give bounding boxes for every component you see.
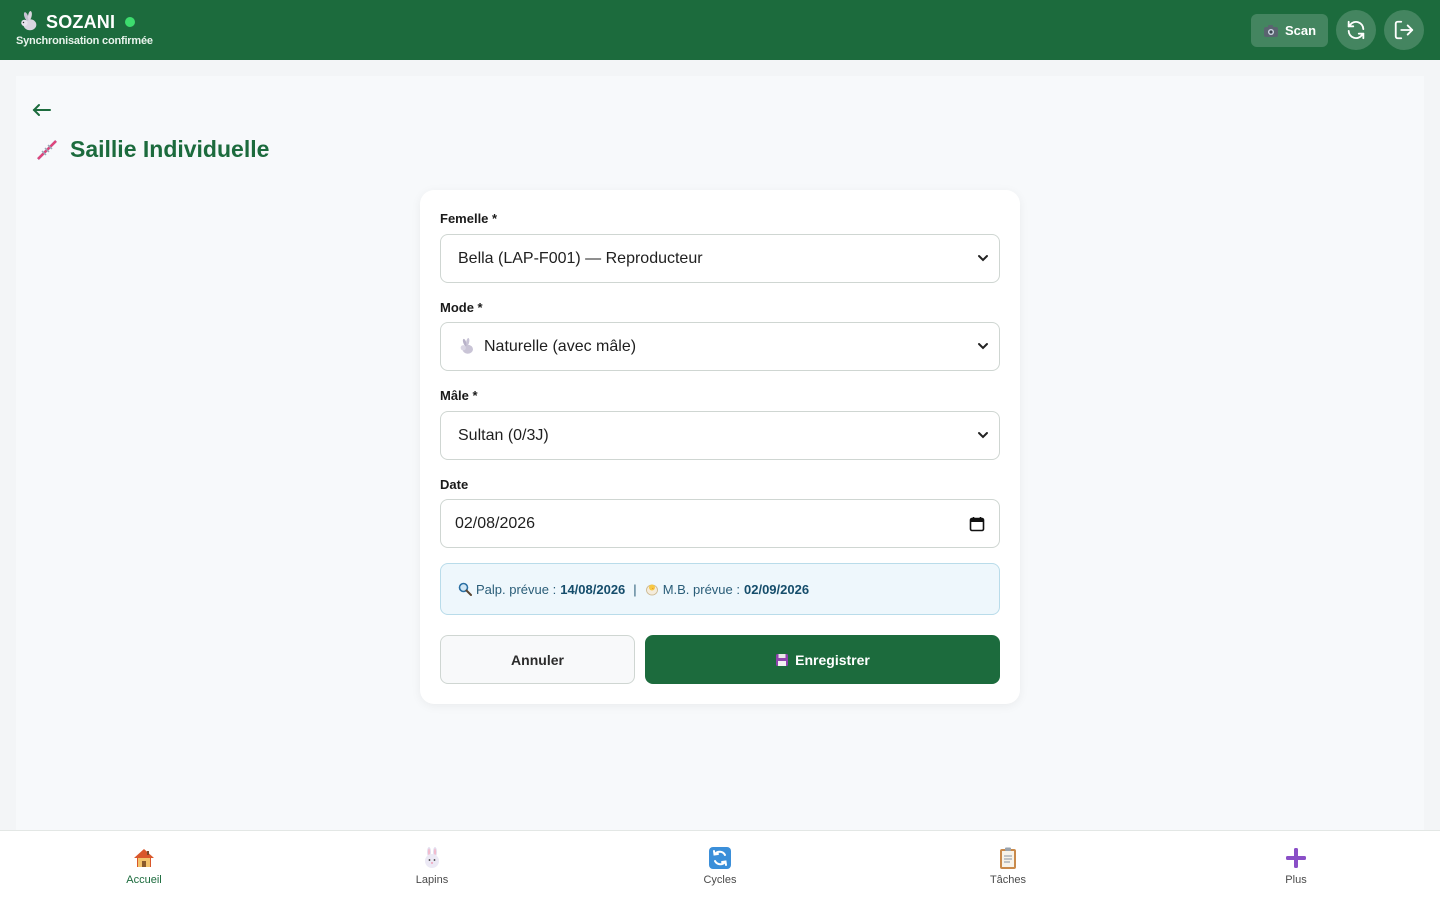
cancel-button[interactable]: Annuler xyxy=(440,635,635,684)
palp-date: 14/08/2026 xyxy=(560,581,626,597)
floppy-disk-icon xyxy=(776,653,789,666)
bottom-nav: Accueil Lapins Cycles Tâches Plus xyxy=(0,830,1440,900)
saillie-form-card: Femelle * Bella (LAP-F001) — Reproducteu… xyxy=(420,190,1020,704)
nav-label: Plus xyxy=(1285,874,1307,886)
nav-item-plus[interactable]: Plus xyxy=(1152,831,1440,900)
nav-label: Tâches xyxy=(989,874,1027,886)
male-label: Mâle * xyxy=(440,388,478,403)
scan-button[interactable]: Scan xyxy=(1251,14,1328,47)
clipboard-icon xyxy=(1000,847,1016,869)
top-bar: SOZANI Synchronisation confirmée Scan xyxy=(0,0,1440,60)
page-title: Saillie Individuelle xyxy=(70,136,270,162)
palp-label: Palp. prévue : xyxy=(476,581,557,597)
mode-value: Naturelle (avec mâle) xyxy=(484,337,637,355)
logout-icon xyxy=(1394,20,1414,40)
logout-button[interactable] xyxy=(1384,10,1424,50)
house-icon xyxy=(134,849,154,867)
brand: SOZANI xyxy=(18,11,136,33)
femelle-value: Bella (LAP-F001) — Reproducteur xyxy=(458,249,703,267)
chevron-down-icon xyxy=(978,255,988,262)
main-content: Saillie Individuelle Femelle * Bella (LA… xyxy=(16,76,1424,830)
scan-label: Scan xyxy=(1284,23,1317,38)
calendar-icon[interactable] xyxy=(969,516,985,532)
date-value: 02/08/2026 xyxy=(455,514,536,532)
back-button[interactable] xyxy=(32,96,62,124)
save-button[interactable]: Enregistrer xyxy=(645,635,1000,684)
rabbit-icon xyxy=(460,337,473,354)
online-status-dot xyxy=(125,17,136,27)
femelle-label: Femelle * xyxy=(440,211,498,226)
date-input[interactable]: 02/08/2026 xyxy=(440,499,1000,548)
nav-item-taches[interactable]: Tâches xyxy=(864,831,1152,900)
cycle-icon xyxy=(709,847,731,869)
magnifier-icon xyxy=(458,582,472,596)
refresh-icon xyxy=(1347,20,1365,40)
date-label: Date xyxy=(440,477,469,492)
mb-date: 02/09/2026 xyxy=(744,581,810,597)
save-label: Enregistrer xyxy=(795,651,870,668)
femelle-select[interactable]: Bella (LAP-F001) — Reproducteur xyxy=(440,234,1000,283)
mode-select[interactable]: Naturelle (avec mâle) xyxy=(440,322,1000,371)
arrow-left-icon xyxy=(32,104,51,116)
male-select[interactable]: Sultan (0/3J) xyxy=(440,411,1000,460)
app-name: SOZANI xyxy=(46,11,116,32)
nav-label: Accueil xyxy=(126,874,162,886)
mode-label: Mode * xyxy=(440,300,483,315)
page-header: Saillie Individuelle xyxy=(34,136,269,163)
rabbit-icon xyxy=(425,847,439,868)
chevron-down-icon xyxy=(978,432,988,439)
male-value: Sultan (0/3J) xyxy=(458,426,549,444)
chevron-down-icon xyxy=(978,343,988,350)
nav-label: Lapins xyxy=(415,874,449,886)
dna-icon xyxy=(37,139,57,160)
camera-icon xyxy=(1263,24,1278,37)
rabbit-logo-icon xyxy=(21,11,37,31)
plus-icon xyxy=(1286,848,1306,868)
sync-status: Synchronisation confirmée xyxy=(16,35,153,47)
nav-item-accueil[interactable]: Accueil xyxy=(0,831,288,900)
nav-label: Cycles xyxy=(703,874,737,886)
hatching-chick-icon xyxy=(645,584,658,596)
forecast-separator: | xyxy=(633,581,637,597)
mb-label: M.B. prévue : xyxy=(662,581,740,597)
sync-button[interactable] xyxy=(1336,10,1376,50)
nav-item-cycles[interactable]: Cycles xyxy=(576,831,864,900)
forecast-info: Palp. prévue : 14/08/2026 | M.B. prévue … xyxy=(440,563,1000,615)
nav-item-lapins[interactable]: Lapins xyxy=(288,831,576,900)
